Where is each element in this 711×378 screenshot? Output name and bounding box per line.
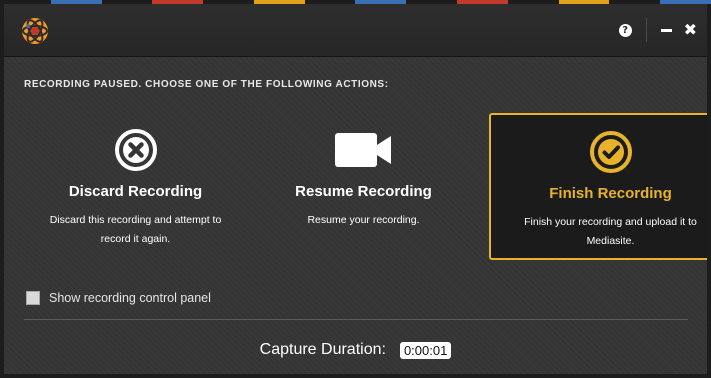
help-button[interactable]: ? [618, 23, 632, 37]
finish-recording-description: Finish your recording and upload it to M… [524, 216, 697, 247]
resume-recording-description: Resume your recording. [307, 214, 420, 226]
resume-recording-title: Resume Recording [295, 183, 432, 200]
finish-recording-button[interactable]: Finish Recording Finish your recording a… [489, 113, 707, 260]
show-control-panel-checkbox[interactable] [26, 291, 40, 305]
finish-recording-title: Finish Recording [549, 185, 672, 202]
mediasite-logo-icon [22, 18, 48, 44]
discard-recording-button[interactable]: Discard Recording Discard this recording… [14, 113, 257, 260]
resume-recording-button[interactable]: Resume Recording Resume your recording. [242, 113, 485, 260]
window-controls: ? ✖ [618, 18, 697, 42]
discard-recording-title: Discard Recording [68, 183, 203, 200]
discard-recording-description: Discard this recording and attempt to re… [49, 214, 222, 245]
discard-circle-x-icon [114, 129, 157, 171]
title-bar: ? ✖ [4, 4, 707, 57]
paused-actions-panel: RECORDING PAUSED. CHOOSE ONE OF THE FOLL… [4, 57, 707, 374]
capture-duration-label: Capture Duration: [259, 341, 386, 358]
show-control-panel-option[interactable]: Show recording control panel [26, 291, 211, 305]
close-icon[interactable]: ✖ [684, 22, 697, 38]
paused-prompt: RECORDING PAUSED. CHOOSE ONE OF THE FOLL… [24, 79, 389, 90]
capture-duration: Capture Duration: 0:00:01 [4, 341, 707, 359]
capture-duration-value: 0:00:01 [399, 341, 452, 359]
recorder-window: ? ✖ RECORDING PAUSED. CHOOSE ONE OF THE … [4, 4, 707, 374]
minimize-icon[interactable] [660, 28, 672, 32]
video-camera-icon [334, 133, 391, 167]
divider [24, 319, 688, 320]
titlebar-separator [645, 18, 647, 42]
show-control-panel-label: Show recording control panel [49, 291, 211, 305]
check-circle-icon [589, 131, 632, 173]
